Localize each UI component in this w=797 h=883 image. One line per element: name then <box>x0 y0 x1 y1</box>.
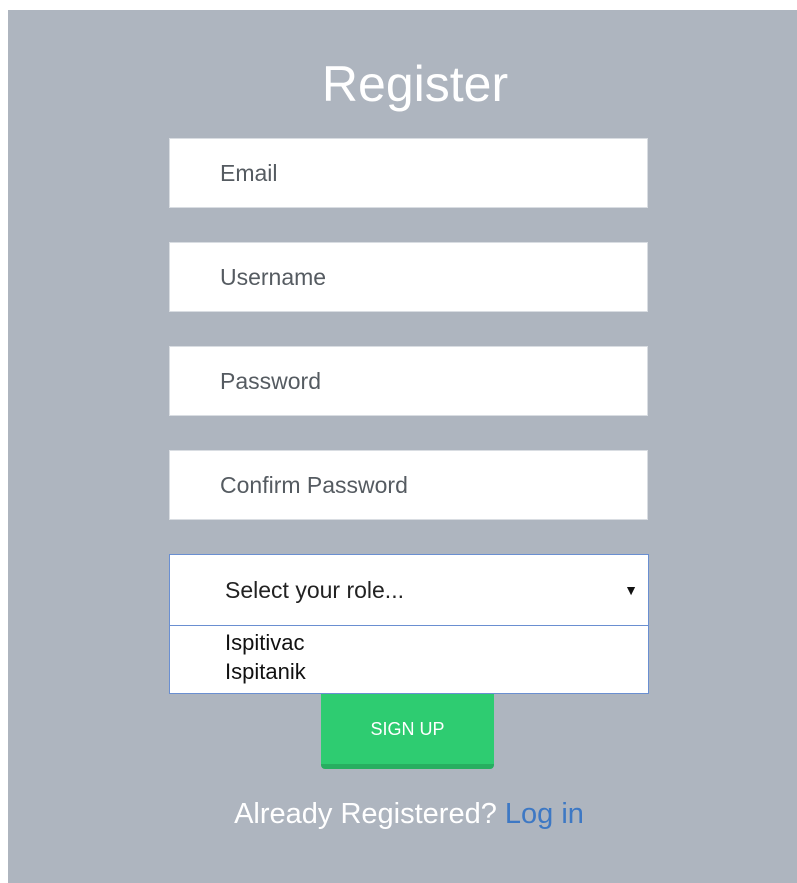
role-select-value: Select your role... <box>225 577 404 603</box>
role-option-ispitanik[interactable]: Ispitanik <box>170 657 648 686</box>
role-dropdown-list: Ispitivac Ispitanik <box>169 626 649 694</box>
role-option-ispitivac[interactable]: Ispitivac <box>170 628 648 657</box>
sign-up-button[interactable]: SIGN UP <box>321 694 494 769</box>
username-field[interactable] <box>169 242 648 312</box>
login-prompt-line: Already Registered? Log in <box>8 796 797 832</box>
dropdown-arrow-icon: ▼ <box>624 582 638 598</box>
log-in-link[interactable]: Log in <box>505 798 584 830</box>
email-field[interactable] <box>169 138 648 208</box>
role-select[interactable]: Select your role... ▼ <box>169 554 649 626</box>
confirm-password-field[interactable] <box>169 450 648 520</box>
login-prompt-text: Already Registered? <box>234 798 497 830</box>
password-field[interactable] <box>169 346 648 416</box>
page-title: Register <box>321 56 509 112</box>
register-panel: Register Select your role... ▼ Ispitivac… <box>8 10 797 883</box>
